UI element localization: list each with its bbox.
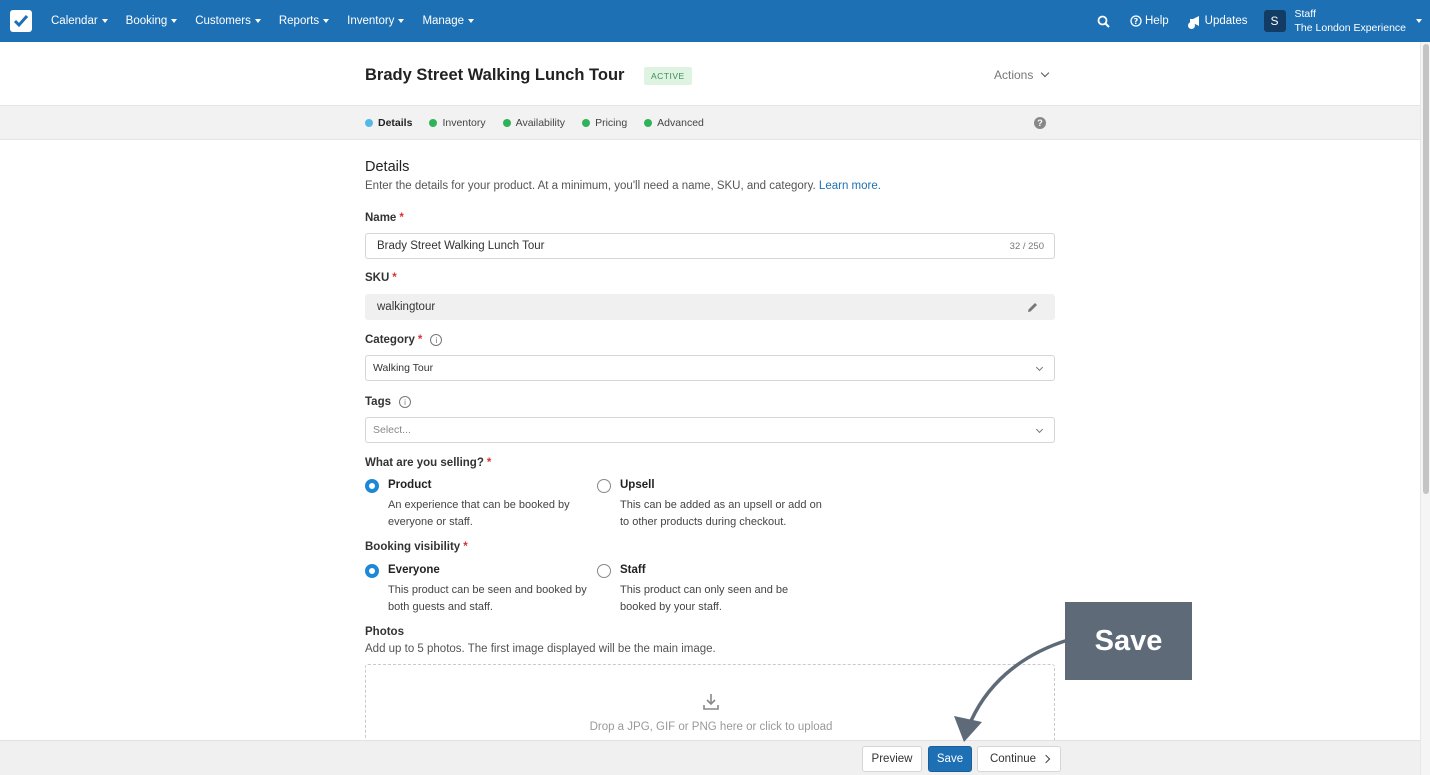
scrollbar-thumb[interactable] xyxy=(1423,44,1429,494)
steps-bar: Details Inventory Availability Pricing A… xyxy=(0,105,1420,140)
step-pricing[interactable]: Pricing xyxy=(582,117,627,129)
help-circle-icon[interactable]: ? xyxy=(1034,117,1046,129)
info-icon[interactable]: i xyxy=(399,396,411,408)
app-logo-checkbox-icon[interactable] xyxy=(10,10,32,32)
caret-down-icon xyxy=(101,19,108,23)
question-circle-icon: ? xyxy=(1130,15,1142,27)
search-button[interactable] xyxy=(1097,15,1110,28)
info-icon[interactable]: i xyxy=(430,334,443,346)
caret-down-icon xyxy=(323,19,330,23)
step-status-dot xyxy=(582,119,591,127)
help-link[interactable]: ? Help xyxy=(1130,15,1169,27)
step-availability[interactable]: Availability xyxy=(502,117,565,129)
download-tray-icon xyxy=(703,694,719,710)
user-menu[interactable]: S Staff The London Experience xyxy=(1263,7,1422,35)
required-asterisk: * xyxy=(399,212,404,224)
step-status-dot xyxy=(429,119,438,127)
search-icon xyxy=(1097,15,1110,28)
required-asterisk: * xyxy=(463,541,468,553)
required-asterisk: * xyxy=(392,272,397,284)
photos-label: Photos xyxy=(365,626,404,638)
required-asterisk: * xyxy=(417,334,423,346)
annotation-callout: Save xyxy=(1065,602,1192,680)
photos-description: Add up to 5 photos. The first image disp… xyxy=(365,643,716,655)
nav-booking[interactable]: Booking xyxy=(126,15,178,27)
radio-button[interactable] xyxy=(597,479,611,493)
annotation-arrow xyxy=(954,638,1069,742)
chevron-down-icon xyxy=(1041,68,1050,78)
selling-label: What are you selling? * xyxy=(365,457,492,469)
char-counter: 32 / 250 xyxy=(1009,240,1044,252)
scrollbar[interactable] xyxy=(1420,42,1430,775)
nav-calendar[interactable]: Calendar xyxy=(51,15,108,27)
caret-down-icon xyxy=(171,19,178,23)
caret-down-icon xyxy=(468,19,474,23)
nav-inventory[interactable]: Inventory xyxy=(347,15,405,27)
step-status-dot xyxy=(644,119,653,127)
actions-dropdown[interactable]: Actions xyxy=(994,68,1050,82)
user-role: Staff xyxy=(1294,8,1316,20)
chevron-down-icon xyxy=(1035,425,1044,434)
nav-reports[interactable]: Reports xyxy=(279,15,330,27)
svg-text:?: ? xyxy=(1134,17,1139,26)
step-status-dot xyxy=(502,119,511,127)
step-inventory[interactable]: Inventory xyxy=(429,117,486,129)
chevron-right-icon xyxy=(1041,754,1051,764)
caret-down-icon xyxy=(1416,19,1422,23)
section-title: Details xyxy=(365,159,410,175)
sku-label: SKU * xyxy=(365,272,397,284)
status-badge: ACTIVE xyxy=(644,67,692,85)
nav-customers[interactable]: Customers xyxy=(195,15,261,27)
product-header: Brady Street Walking Lunch Tour ACTIVE A… xyxy=(0,42,1420,105)
caret-down-icon xyxy=(398,19,405,23)
user-company: The London Experience xyxy=(1294,22,1407,34)
step-details[interactable]: Details xyxy=(365,117,412,129)
radio-button[interactable] xyxy=(597,564,611,578)
tags-label: Tags i xyxy=(365,396,411,408)
step-status-dot xyxy=(365,119,373,127)
category-select[interactable]: Walking Tour xyxy=(365,355,1055,381)
name-input[interactable]: Brady Street Walking Lunch Tour 32 / 250 xyxy=(365,233,1055,259)
radio-button[interactable] xyxy=(365,564,379,578)
radio-button[interactable] xyxy=(365,479,379,493)
footer-action-bar: Preview Save Continue xyxy=(0,740,1420,775)
tags-select[interactable]: Select... xyxy=(365,417,1055,443)
steps-nav: Details Inventory Availability Pricing A… xyxy=(365,117,721,129)
visibility-label: Booking visibility * xyxy=(365,541,468,553)
avatar: S xyxy=(1263,10,1286,32)
top-navbar: Calendar Booking Customers Reports Inven… xyxy=(0,0,1430,42)
caret-down-icon xyxy=(254,19,261,23)
updates-link[interactable]: Updates xyxy=(1187,15,1248,29)
page-title: Brady Street Walking Lunch Tour xyxy=(365,66,625,84)
nav-right-group: ? Help Updates S Staff The London Experi… xyxy=(1087,0,1430,42)
notification-dot xyxy=(1187,22,1195,29)
nav-manage[interactable]: Manage xyxy=(422,15,474,27)
section-description: Enter the details for your product. At a… xyxy=(365,180,881,192)
learn-more-link[interactable]: Learn more. xyxy=(819,180,881,192)
required-asterisk: * xyxy=(486,457,492,469)
pencil-icon[interactable] xyxy=(1026,301,1039,314)
chevron-down-icon xyxy=(1035,363,1044,372)
preview-button[interactable]: Preview xyxy=(862,746,922,772)
step-advanced[interactable]: Advanced xyxy=(644,117,704,129)
sku-field: walkingtour xyxy=(365,294,1055,320)
name-label: Name * xyxy=(365,212,404,224)
category-label: Category * i xyxy=(365,334,443,346)
